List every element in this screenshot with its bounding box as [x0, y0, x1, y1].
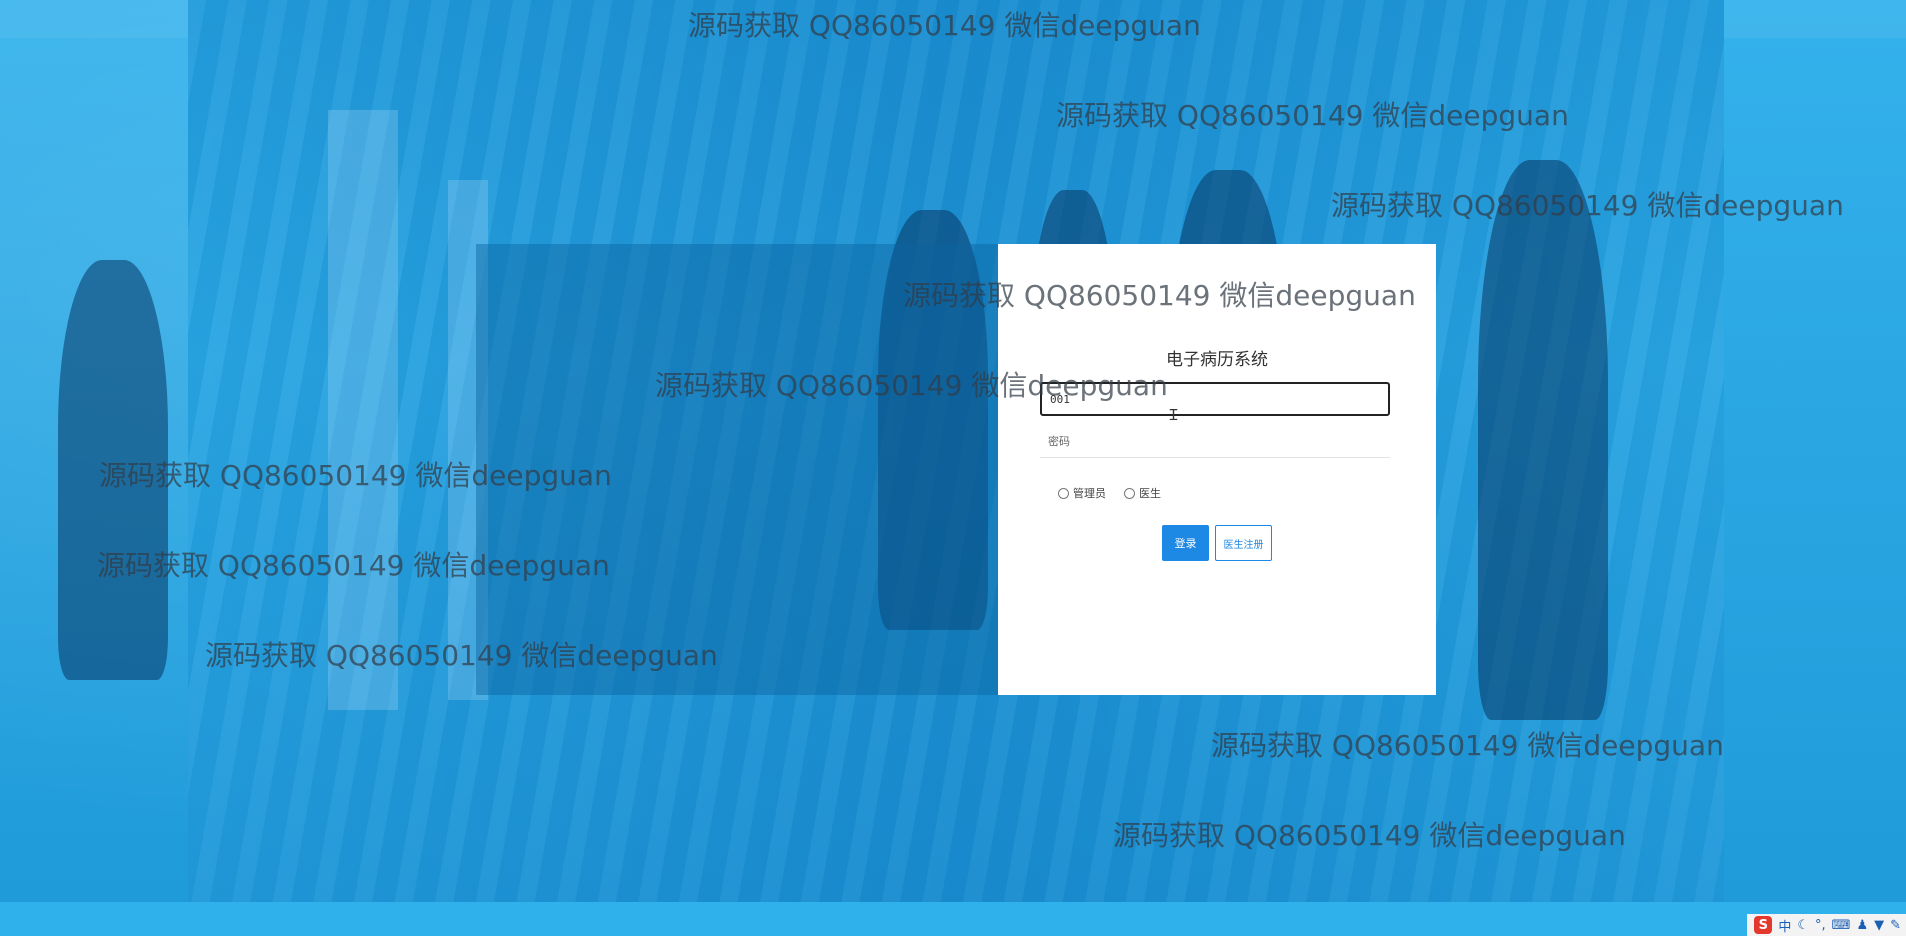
watermark-text: 源码获取 QQ86050149 微信deepguan	[903, 279, 1416, 312]
watermark-text: 源码获取 QQ86050149 微信deepguan	[1113, 819, 1626, 852]
role-option-doctor[interactable]: 医生	[1124, 485, 1161, 501]
password-input[interactable]	[1040, 426, 1390, 458]
background-building	[328, 110, 398, 710]
watermark-text: 源码获取 QQ86050149 微信deepguan	[655, 369, 1168, 402]
watermark-text: 源码获取 QQ86050149 微信deepguan	[1331, 189, 1844, 222]
keyboard-icon[interactable]: ⌨	[1832, 918, 1851, 933]
role-admin-label: 管理员	[1073, 487, 1106, 500]
watermark-text: 源码获取 QQ86050149 微信deepguan	[97, 549, 610, 582]
shirt-icon[interactable]: ▼	[1874, 918, 1884, 933]
watermark-text: 源码获取 QQ86050149 微信deepguan	[688, 9, 1201, 42]
sogou-logo-icon[interactable]: S	[1754, 916, 1773, 934]
background-person-silhouette	[1478, 160, 1608, 720]
background-bottom-band	[0, 902, 1906, 936]
radio-admin[interactable]	[1058, 487, 1069, 499]
ime-mode-toggle[interactable]: 中	[1778, 916, 1791, 935]
role-doctor-label: 医生	[1139, 487, 1161, 500]
role-radio-group: 管理员 医生	[1058, 485, 1179, 501]
punctuation-icon[interactable]: °,	[1815, 918, 1826, 933]
watermark-text: 源码获取 QQ86050149 微信deepguan	[1056, 99, 1569, 132]
role-option-admin[interactable]: 管理员	[1058, 485, 1106, 501]
watermark-text: 源码获取 QQ86050149 微信deepguan	[205, 639, 718, 672]
doctor-register-button[interactable]: 医生注册	[1215, 525, 1272, 561]
ime-toolbar: S 中 ☾ °, ⌨ ♟ ▼ ✎	[1747, 914, 1906, 936]
login-button[interactable]: 登录	[1162, 525, 1209, 561]
moon-icon[interactable]: ☾	[1797, 918, 1809, 933]
radio-doctor[interactable]	[1124, 487, 1135, 499]
watermark-text: 源码获取 QQ86050149 微信deepguan	[1211, 729, 1724, 762]
user-icon[interactable]: ♟	[1856, 918, 1868, 933]
wrench-icon[interactable]: ✎	[1890, 918, 1901, 933]
text-cursor-icon: Ｉ	[1166, 406, 1182, 424]
watermark-text: 源码获取 QQ86050149 微信deepguan	[99, 459, 612, 492]
